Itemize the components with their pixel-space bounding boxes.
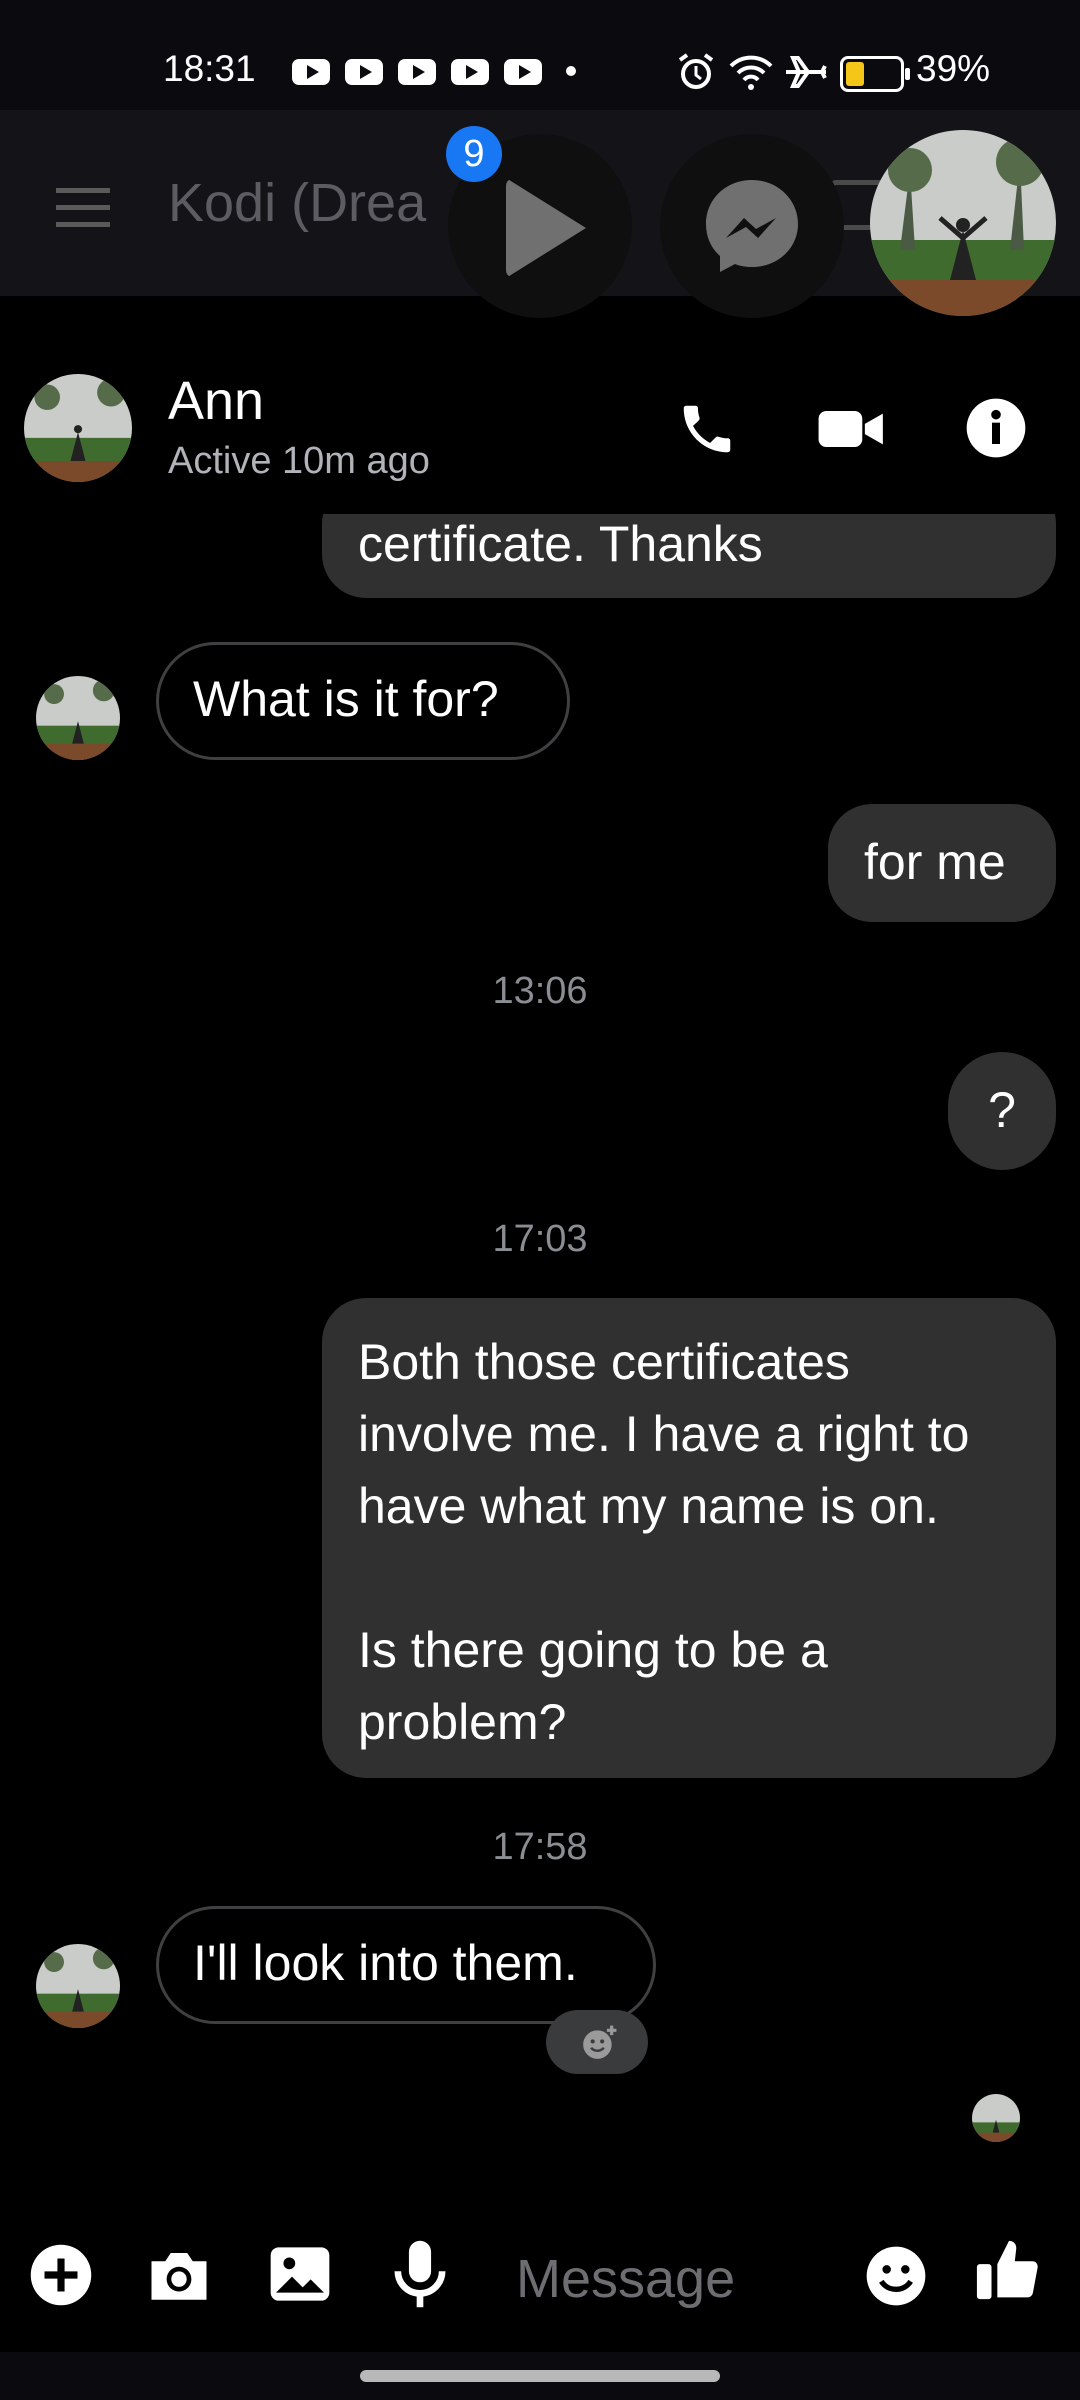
messenger-icon xyxy=(706,180,798,272)
emoji-icon[interactable] xyxy=(864,2244,928,2308)
add-reaction-button[interactable] xyxy=(546,2010,648,2074)
background-app-title: Kodi (Drea xyxy=(168,173,427,233)
youtube-icon xyxy=(504,59,542,85)
avatar-photo xyxy=(972,2094,1020,2142)
chat-head-avatar[interactable] xyxy=(870,130,1056,316)
battery-percent: 39% xyxy=(916,48,991,89)
sender-avatar[interactable] xyxy=(36,676,120,760)
timestamp: 13:06 xyxy=(492,970,588,1012)
status-time: 18:31 xyxy=(163,48,256,89)
chat-head-messenger[interactable] xyxy=(660,134,844,318)
contact-avatar[interactable] xyxy=(24,374,132,482)
avatar-photo xyxy=(36,676,120,760)
message-text: for me xyxy=(864,834,1006,890)
battery-icon xyxy=(840,56,910,92)
unread-badge: 9 xyxy=(446,126,502,182)
alarm-icon xyxy=(678,53,714,89)
message-sent[interactable]: ? xyxy=(948,1052,1056,1170)
message-input[interactable]: Message xyxy=(516,2248,735,2310)
youtube-icon xyxy=(398,59,436,85)
chat-header xyxy=(0,344,1080,514)
wifi-icon xyxy=(729,55,773,90)
hamburger-menu-icon xyxy=(56,188,110,239)
youtube-icon xyxy=(292,59,330,85)
camera-icon[interactable] xyxy=(146,2244,212,2306)
message-received[interactable]: I'll look into them. xyxy=(156,1906,656,2024)
message-text: certificate. Thanks xyxy=(358,516,763,572)
video-icon[interactable] xyxy=(816,398,888,460)
contact-status: Active 10m ago xyxy=(168,440,430,482)
add-reaction-icon xyxy=(583,2025,617,2059)
avatar-photo xyxy=(870,130,1056,316)
youtube-icon xyxy=(345,59,383,85)
avatar-photo xyxy=(36,1944,120,2028)
contact-name[interactable]: Ann xyxy=(168,370,264,432)
sender-avatar[interactable] xyxy=(36,1944,120,2028)
plus-icon[interactable] xyxy=(28,2242,94,2308)
thumbs-up-icon[interactable] xyxy=(974,2234,1044,2306)
message-text: I'll look into them. xyxy=(193,1935,578,1991)
timestamp: 17:58 xyxy=(492,1826,588,1868)
avatar-photo xyxy=(24,374,132,482)
message-sent[interactable]: for me xyxy=(828,804,1056,922)
message-text: ? xyxy=(988,1082,1016,1138)
microphone-icon[interactable] xyxy=(392,2238,448,2310)
message-text: Both those certificates involve me. I ha… xyxy=(358,1334,970,1750)
timestamp: 17:03 xyxy=(492,1218,588,1260)
more-notifications-icon xyxy=(566,66,576,76)
message-received[interactable]: What is it for? xyxy=(156,642,570,760)
youtube-icon xyxy=(451,59,489,85)
message-sent[interactable]: Both those certificates involve me. I ha… xyxy=(322,1298,1056,1778)
home-indicator[interactable] xyxy=(360,2370,720,2382)
info-icon[interactable] xyxy=(964,396,1028,460)
gallery-icon[interactable] xyxy=(268,2244,332,2304)
message-text: What is it for? xyxy=(193,671,499,727)
seen-receipt-avatar xyxy=(972,2094,1020,2142)
airplane-icon xyxy=(786,56,827,88)
phone-icon[interactable] xyxy=(676,398,738,460)
